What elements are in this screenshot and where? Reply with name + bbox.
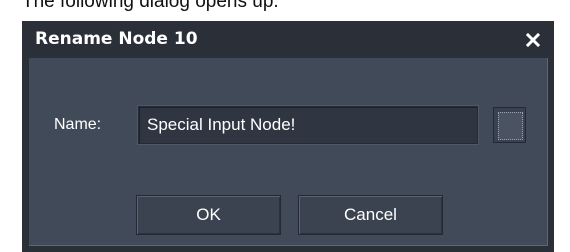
close-icon (520, 27, 546, 53)
ok-button[interactable]: OK (136, 195, 281, 235)
name-input[interactable] (138, 106, 478, 144)
rename-node-dialog: Rename Node 10 Name: OK Cancel (22, 21, 554, 252)
background-caption: The following dialog opens up. (22, 0, 279, 12)
dialog-title-bar[interactable]: Rename Node 10 (22, 21, 554, 57)
name-label: Name: (54, 116, 102, 133)
page: The following dialog opens up. Rename No… (0, 0, 570, 252)
dialog-body: Name: OK Cancel (28, 57, 548, 246)
dialog-title: Rename Node 10 (35, 29, 198, 49)
close-button[interactable] (520, 27, 546, 53)
color-swatch-icon (498, 112, 523, 140)
cancel-button[interactable]: Cancel (298, 195, 443, 235)
color-swatch-button[interactable] (493, 107, 526, 143)
